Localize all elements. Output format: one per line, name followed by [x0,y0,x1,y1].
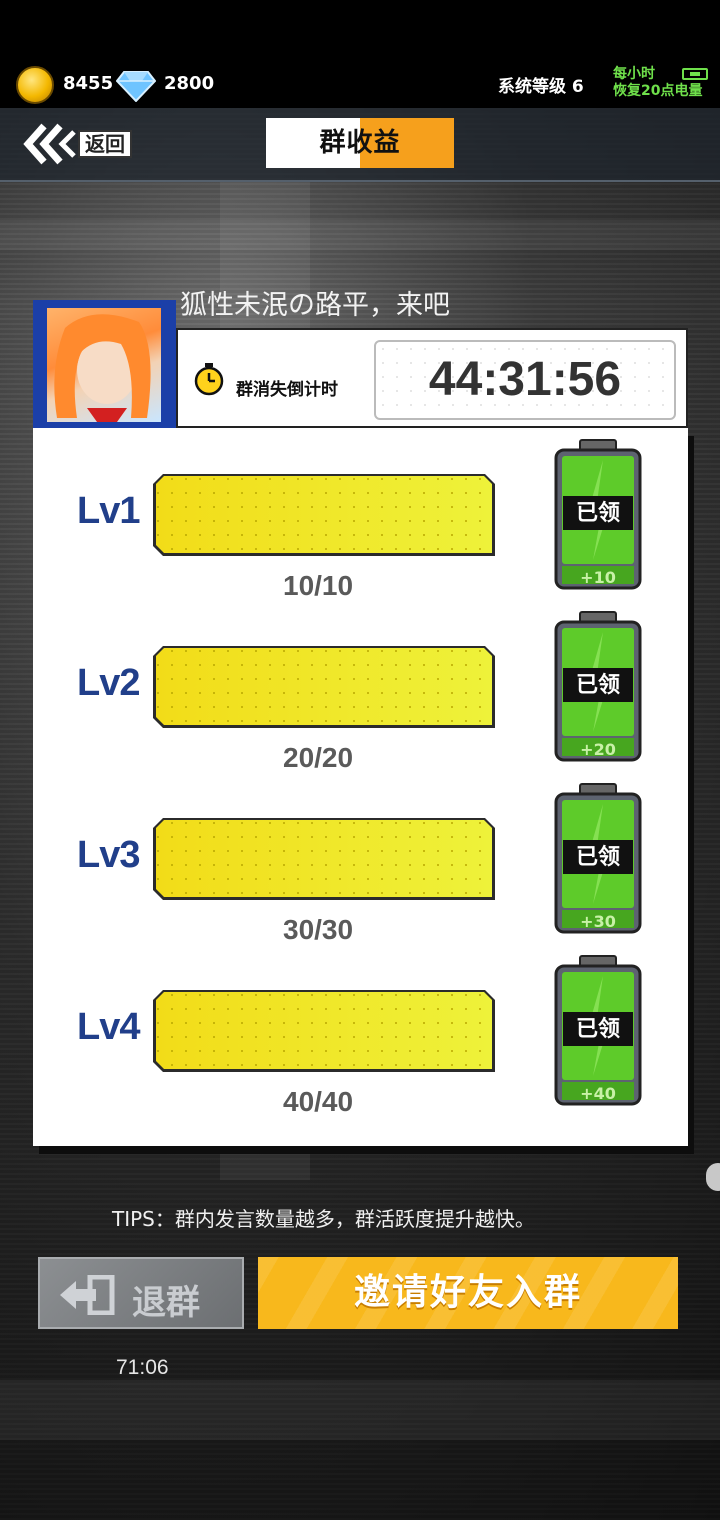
progress-count: 10/10 [283,570,354,601]
invite-friends-label: 邀请好友入群 [353,1272,582,1313]
countdown-box: 44:31:56 [374,340,676,420]
coin-count: 8455 [63,73,114,94]
back-label: 返回 [78,130,132,158]
tips-text: TIPS：群内发言数量越多，群活跃度提升越快。 [112,1207,535,1231]
back-button[interactable]: 返回 [22,120,132,168]
exit-door-icon [60,1275,115,1315]
reward-status: 已领 [576,500,620,526]
gem-count: 2800 [164,73,215,94]
progress-bar [153,646,495,728]
countdown-value: 44:31:56 [428,353,622,406]
reward-status: 已领 [576,672,620,698]
coin-icon [16,66,54,104]
levels-panel: Lv1 10/10 已领 +10 Lv2 20/20 已领 +20 Lv3 30… [33,428,688,1146]
progress-bar [153,990,495,1072]
energy-line-2: 恢复20点电量 [613,83,703,99]
reward-status: 已领 [576,844,620,870]
reward-amount: +10 [580,568,616,587]
level-row: Lv4 40/40 已领 +40 [33,944,688,1117]
progress-bar [153,474,495,556]
reward-battery-button[interactable]: 已领 +10 [553,438,643,590]
level-label: Lv4 [77,1006,140,1048]
reward-status: 已领 [576,1016,620,1042]
level-row: Lv2 20/20 已领 +20 [33,600,688,773]
page-title-text: 群收益 [319,128,401,158]
system-level: 系统等级 6 [498,77,584,97]
progress-bar [153,818,495,900]
reward-amount: +40 [580,1084,616,1103]
level-label: Lv3 [77,834,140,876]
progress-count: 40/40 [283,1086,354,1117]
stopwatch-icon [194,363,224,396]
avatar-image [47,308,161,422]
level-label: Lv1 [77,490,140,532]
level-row: Lv3 30/30 已领 +30 [33,772,688,945]
quit-group-button[interactable]: 退群 [38,1257,244,1329]
floating-assist-handle[interactable] [706,1163,720,1191]
invite-friends-button[interactable]: 邀请好友入群 [258,1257,678,1329]
double-chevron-left-icon [23,123,76,165]
progress-count: 20/20 [283,742,354,773]
reward-battery-button[interactable]: 已领 +40 [553,954,643,1106]
reward-battery-button[interactable]: 已领 +30 [553,782,643,934]
level-row: Lv1 10/10 已领 +10 [33,428,688,601]
level-label: Lv2 [77,662,140,704]
countdown-panel: 群消失倒计时 44:31:56 [176,328,688,428]
page-title: 群收益 [266,118,454,168]
reward-amount: +20 [580,740,616,759]
avatar [33,300,176,428]
timestamp: 71:06 [116,1356,169,1379]
progress-count: 30/30 [283,914,354,945]
reward-battery-button[interactable]: 已领 +20 [553,610,643,762]
battery-icon [682,68,708,80]
group-name: 狐性未泯の路平，来吧 [180,290,450,321]
reward-amount: +30 [580,912,616,931]
countdown-label: 群消失倒计时 [236,380,338,400]
diamond-icon [116,71,156,102]
quit-group-label: 退群 [132,1283,200,1323]
